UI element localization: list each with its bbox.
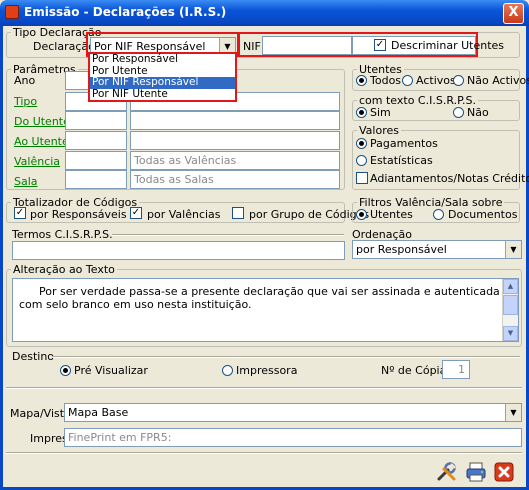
utentes-todos-radio[interactable] [356, 75, 367, 86]
ano-label: Ano [14, 74, 36, 87]
destino-separator [52, 356, 520, 358]
destino-label: Destino [12, 350, 55, 363]
title-bar: Emissão - Declarações (I.R.S.) X [0, 0, 529, 26]
discriminar-label: Descriminar Utentes [391, 39, 505, 52]
sala-code-input[interactable] [65, 170, 127, 189]
ao-utente-link[interactable]: Ao Utente [14, 135, 69, 148]
valencia-link[interactable]: Valência [14, 155, 60, 168]
filtros-utentes-radio[interactable] [356, 209, 367, 220]
impressora-radio[interactable] [222, 365, 233, 376]
scroll-thumb[interactable] [503, 295, 518, 315]
valores-pagamentos-label: Pagamentos [370, 137, 438, 150]
tools-icon[interactable] [436, 461, 458, 483]
valores-estatisticas-label: Estatísticas [370, 154, 433, 167]
por-valencias-label: por Valências [147, 208, 221, 221]
impressora-placeholder: FinePrint em FPR5: [68, 431, 172, 444]
utentes-activos-label: Activos [416, 74, 456, 87]
texto-sim-label: Sim [370, 106, 391, 119]
bottom-separator [6, 452, 522, 454]
alteracao-legend: Alteração ao Texto [13, 263, 115, 276]
valencia-desc-input[interactable]: Todas as Valências [130, 151, 340, 170]
utentes-nao-activos-radio[interactable] [453, 75, 464, 86]
por-responsaveis-label: por Responsáveis [30, 208, 127, 221]
pre-visualizar-label: Pré Visualizar [74, 364, 148, 377]
texto-nao-label: Não [467, 106, 489, 119]
ao-utente-desc-input[interactable] [130, 131, 340, 150]
alteracao-text: Por ser verdade passa-se a presente decl… [19, 285, 500, 311]
destino-bottom-separator [6, 387, 522, 389]
copias-input[interactable]: 1 [442, 360, 470, 379]
valores-estatisticas-radio[interactable] [356, 155, 367, 166]
utentes-activos-radio[interactable] [402, 75, 413, 86]
mapa-select[interactable]: Mapa Base ▼ [64, 403, 522, 422]
alteracao-scrollbar[interactable]: ▲ ▼ [502, 279, 518, 341]
app-icon [5, 5, 19, 19]
por-responsaveis-checkbox[interactable]: ✓ [14, 207, 26, 219]
utentes-todos-label: Todos [370, 74, 402, 87]
filtros-utentes-label: Utentes [370, 208, 413, 221]
valores-legend: Valores [359, 124, 399, 137]
alteracao-textarea[interactable]: Por ser verdade passa-se a presente decl… [12, 278, 519, 342]
sala-placeholder: Todas as Salas [134, 173, 214, 186]
termos-input[interactable] [12, 241, 345, 260]
do-utente-link[interactable]: Do Utente [14, 115, 70, 128]
discriminar-checkbox[interactable]: ✓ [374, 39, 386, 51]
ao-utente-code-input[interactable] [65, 131, 127, 150]
chevron-down-icon[interactable]: ▼ [505, 241, 521, 258]
pre-visualizar-radio[interactable] [60, 365, 71, 376]
filtros-documentos-radio[interactable] [433, 209, 444, 220]
adiantamentos-label: Adiantamentos/Notas Crédito [370, 172, 529, 185]
termos-label: Termos C.I.S.R.P.S. [12, 228, 113, 241]
close-button[interactable]: X [503, 3, 524, 24]
valores-pagamentos-radio[interactable] [356, 138, 367, 149]
ordenacao-value: por Responsável [356, 243, 447, 256]
por-grupo-codigos-checkbox[interactable] [232, 207, 244, 219]
filtros-documentos-label: Documentos [448, 208, 518, 221]
scroll-down-icon[interactable]: ▼ [503, 326, 518, 341]
termos-separator [112, 234, 344, 236]
impressora-radio-label: Impressora [236, 364, 298, 377]
declaracao-dropdown-list: Por Responsável Por Utente Por NIF Respo… [88, 52, 237, 102]
nif-input[interactable] [262, 36, 352, 55]
window-title: Emissão - Declarações (I.R.S.) [24, 5, 227, 19]
dropdown-option-selected[interactable]: Por NIF Responsável [90, 76, 235, 89]
mapa-value: Mapa Base [68, 406, 129, 419]
adiantamentos-checkbox[interactable] [356, 172, 368, 184]
scroll-up-icon[interactable]: ▲ [503, 279, 518, 294]
sala-desc-input[interactable]: Todas as Salas [130, 170, 340, 189]
por-valencias-checkbox[interactable]: ✓ [130, 207, 142, 219]
impressora-input[interactable]: FinePrint em FPR5: [64, 428, 522, 447]
sala-link[interactable]: Sala [14, 175, 38, 188]
copias-value: 1 [458, 363, 465, 376]
exit-icon[interactable] [493, 461, 515, 483]
dropdown-option[interactable]: Por Responsável [90, 53, 235, 66]
mapa-label: Mapa/Vista [10, 407, 71, 420]
texto-sim-radio[interactable] [356, 107, 367, 118]
printer-icon[interactable] [465, 461, 487, 483]
tipo-link[interactable]: Tipo [14, 95, 37, 108]
valencia-code-input[interactable] [65, 151, 127, 170]
ordenacao-select[interactable]: por Responsável ▼ [352, 240, 522, 259]
do-utente-code-input[interactable] [65, 111, 127, 130]
valencia-placeholder: Todas as Valências [134, 154, 237, 167]
chevron-down-icon[interactable]: ▼ [505, 404, 521, 421]
utentes-nao-activos-label: Não Activos [467, 74, 529, 87]
dropdown-option[interactable]: Por NIF Utente [90, 88, 235, 101]
do-utente-desc-input[interactable] [130, 111, 340, 130]
texto-nao-radio[interactable] [453, 107, 464, 118]
nif-label: NIF [243, 40, 261, 53]
